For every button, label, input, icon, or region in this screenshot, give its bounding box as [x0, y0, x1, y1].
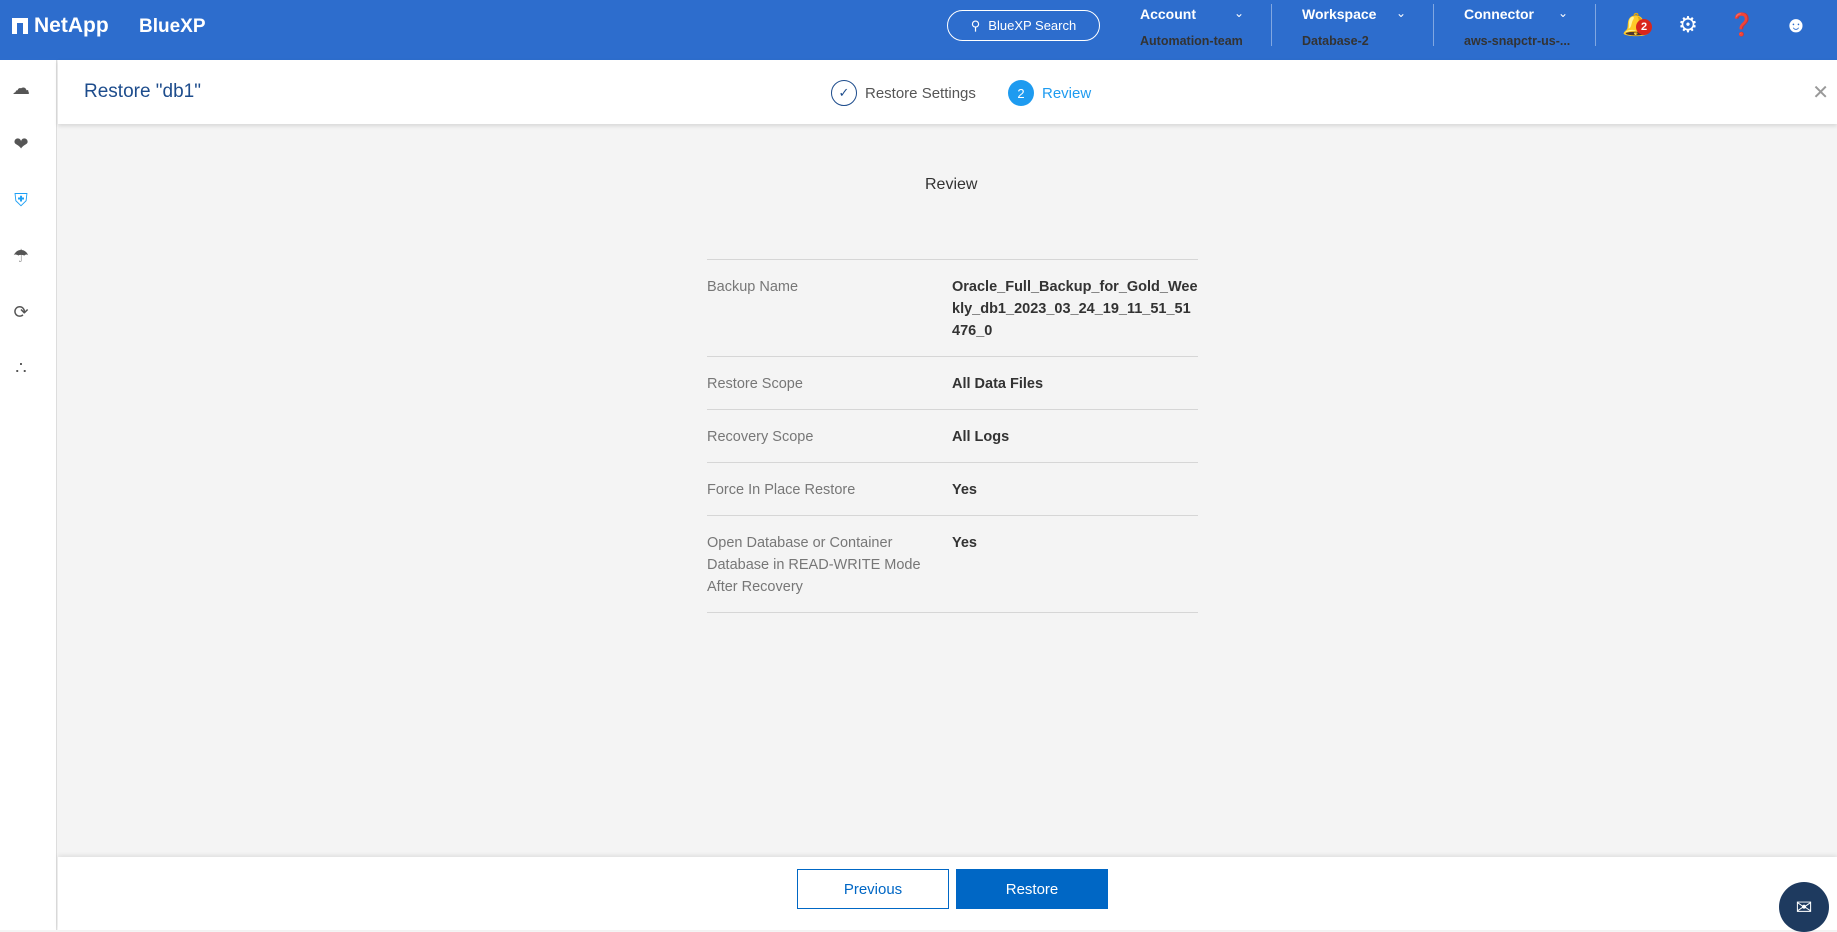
row-key: Recovery Scope	[707, 429, 814, 445]
search-icon: ⚲	[970, 17, 981, 33]
protection-shield-icon[interactable]: ⛨	[10, 189, 32, 211]
row-value: All Logs	[952, 429, 1010, 445]
help-icon[interactable]: ❓	[1728, 12, 1755, 38]
wizard-header: Restore "db1" ✓ Restore Settings 2 Review …	[58, 60, 1837, 124]
table-row: Backup Name Oracle_Full_Backup_for_Gold_W…	[707, 260, 1198, 357]
row-value: Yes	[952, 482, 977, 498]
user-icon[interactable]: ☻	[1783, 12, 1809, 38]
row-key: Restore Scope	[707, 376, 803, 392]
notification-badge: 2	[1636, 19, 1652, 35]
row-key: Open Database or Container Database in R…	[707, 535, 921, 595]
restore-button[interactable]: Restore	[956, 869, 1108, 909]
step-number: 2	[1008, 80, 1034, 106]
connector-value: aws-snapctr-us-...	[1464, 34, 1571, 48]
divider	[1595, 4, 1596, 46]
chevron-down-icon: ⌄	[1396, 6, 1407, 20]
workspace-selector[interactable]: Workspace Database-2 ⌄	[1302, 6, 1412, 52]
row-key: Force In Place Restore	[707, 482, 856, 498]
table-row: Force In Place Restore Yes	[707, 463, 1198, 516]
step-label: Review	[1042, 84, 1092, 102]
chevron-down-icon: ⌄	[1234, 6, 1245, 20]
check-icon: ✓	[831, 80, 857, 106]
left-sidebar: ☁ ❤ ⛨ ☂ ⟳ ∴	[0, 60, 57, 930]
product-name: BlueXP	[139, 16, 206, 37]
ecosystem-icon[interactable]: ∴	[10, 357, 32, 379]
close-icon[interactable]: ✕	[1812, 80, 1829, 105]
connector-selector[interactable]: Connector aws-snapctr-us-... ⌄	[1464, 6, 1574, 52]
sync-icon[interactable]: ⟳	[10, 301, 32, 323]
page-title: Restore "db1"	[84, 81, 201, 102]
gear-icon[interactable]: ⚙	[1675, 12, 1701, 38]
search-button[interactable]: ⚲ BlueXP Search	[947, 10, 1100, 41]
divider	[1433, 4, 1434, 46]
netapp-logo[interactable]: NetApp	[12, 14, 109, 38]
previous-button[interactable]: Previous	[797, 869, 949, 909]
step-label: Restore Settings	[865, 84, 976, 102]
top-bar: NetApp BlueXP ⚲ BlueXP Search Account Auto…	[0, 0, 1837, 60]
row-value: Oracle_Full_Backup_for_Gold_Weekly_db1_2…	[952, 279, 1198, 339]
chat-icon[interactable]: ✉	[1779, 882, 1829, 932]
row-value: Yes	[952, 535, 977, 551]
footer: Previous Restore	[58, 857, 1837, 930]
cloud-lock-icon[interactable]: ☂	[10, 245, 32, 267]
row-key: Backup Name	[707, 279, 799, 295]
table-row: Restore Scope All Data Files	[707, 357, 1198, 410]
review-heading: Review	[925, 176, 978, 193]
brand-name: NetApp	[34, 14, 109, 37]
health-icon[interactable]: ❤	[10, 133, 32, 155]
chevron-down-icon: ⌄	[1558, 6, 1569, 20]
table-row: Recovery Scope All Logs	[707, 410, 1198, 463]
step-review: 2 Review	[1008, 80, 1091, 106]
search-label: BlueXP Search	[988, 18, 1077, 33]
table-row: Open Database or Container Database in R…	[707, 516, 1198, 613]
row-value: All Data Files	[952, 376, 1044, 392]
review-table: Backup Name Oracle_Full_Backup_for_Gold_W…	[707, 259, 1198, 613]
netapp-logo-icon	[12, 18, 28, 34]
step-restore-settings[interactable]: ✓ Restore Settings	[831, 80, 976, 106]
storage-cloud-icon[interactable]: ☁	[10, 77, 32, 99]
divider	[1271, 4, 1272, 46]
account-selector[interactable]: Account Automation-team ⌄	[1140, 6, 1250, 52]
